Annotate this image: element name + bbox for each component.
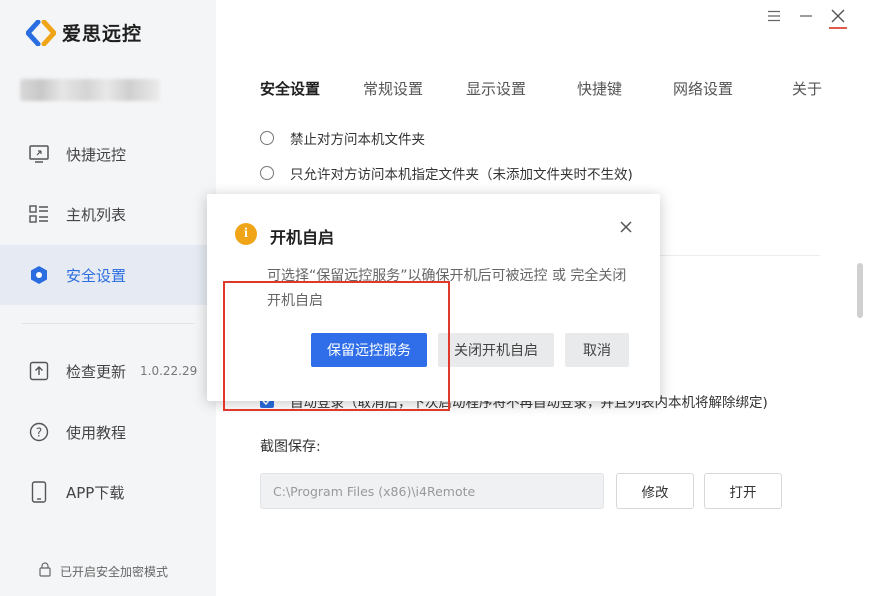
upload-icon bbox=[28, 360, 50, 382]
tab-general[interactable]: 常规设置 bbox=[363, 78, 466, 99]
sidebar-item-label: 安全设置 bbox=[66, 266, 127, 285]
user-account-blurred[interactable] bbox=[20, 79, 160, 101]
file-option-allow-specific[interactable]: 只允许对方访问本机指定文件夹（未添加文件夹时不生效) bbox=[260, 163, 633, 183]
app-name: 爱思远控 bbox=[62, 23, 143, 45]
cancel-button[interactable]: 取消 bbox=[565, 333, 629, 367]
disable-autostart-button[interactable]: 关闭开机自启 bbox=[438, 333, 554, 367]
sidebar-item-app-download[interactable]: APP下载 bbox=[0, 463, 216, 521]
open-button[interactable]: 打开 bbox=[704, 473, 782, 509]
keep-remote-service-button[interactable]: 保留远控服务 bbox=[311, 333, 427, 367]
sidebar-item-label: 使用教程 bbox=[66, 423, 127, 442]
sidebar-item-label: APP下载 bbox=[66, 483, 125, 502]
radio-button[interactable] bbox=[260, 166, 274, 180]
sidebar-item-label: 检查更新 bbox=[66, 362, 127, 381]
shield-icon bbox=[28, 264, 50, 286]
info-icon: i bbox=[235, 223, 257, 245]
logo-icon bbox=[25, 19, 57, 46]
phone-icon bbox=[28, 481, 50, 503]
close-hover-indicator bbox=[829, 27, 847, 29]
sidebar-divider bbox=[22, 323, 194, 324]
radio-button[interactable] bbox=[260, 131, 274, 145]
startup-dialog: i 开机自启 可选择“保留远控服务”以确保开机后可被远控 或 完全关闭开机自启 … bbox=[207, 194, 660, 401]
tab-display[interactable]: 显示设置 bbox=[466, 78, 577, 99]
sidebar-item-label: 快捷远控 bbox=[66, 145, 127, 164]
tab-security[interactable]: 安全设置 bbox=[260, 78, 363, 99]
tab-shortcuts[interactable]: 快捷键 bbox=[577, 78, 673, 99]
sidebar-item-security[interactable]: 安全设置 bbox=[0, 245, 216, 305]
sidebar-item-label: 主机列表 bbox=[66, 205, 127, 224]
version-label: 1.0.22.29 bbox=[140, 364, 198, 378]
modify-button[interactable]: 修改 bbox=[616, 473, 694, 509]
security-mode-note: 已开启安全加密模式 bbox=[38, 562, 168, 580]
close-icon[interactable] bbox=[829, 7, 847, 25]
sidebar-item-tutorial[interactable]: ? 使用教程 bbox=[0, 403, 216, 461]
security-mode-text: 已开启安全加密模式 bbox=[60, 564, 169, 579]
app-logo: 爱思远控 bbox=[25, 19, 143, 46]
minimize-icon[interactable] bbox=[797, 7, 815, 25]
dialog-close-icon[interactable] bbox=[617, 218, 635, 236]
sidebar-item-host-list[interactable]: 主机列表 bbox=[0, 185, 216, 243]
file-option-deny[interactable]: 禁止对方问本机文件夹 bbox=[260, 128, 425, 148]
sidebar-item-check-update[interactable]: 检查更新 1.0.22.29 bbox=[0, 342, 216, 400]
sidebar-item-quick-remote[interactable]: 快捷远控 bbox=[0, 125, 216, 183]
monitor-icon bbox=[28, 143, 50, 165]
tab-about[interactable]: 关于 bbox=[792, 78, 822, 99]
scrollbar-thumb[interactable] bbox=[857, 263, 863, 318]
tab-network[interactable]: 网络设置 bbox=[673, 78, 792, 99]
file-option-allow-label: 只允许对方访问本机指定文件夹（未添加文件夹时不生效) bbox=[290, 167, 633, 183]
lock-icon bbox=[38, 562, 52, 580]
list-icon bbox=[28, 203, 50, 225]
menu-icon[interactable] bbox=[765, 7, 783, 25]
help-icon: ? bbox=[28, 421, 50, 443]
settings-tabs: 安全设置 常规设置 显示设置 快捷键 网络设置 关于 bbox=[260, 78, 822, 99]
screenshot-path-input[interactable] bbox=[260, 473, 604, 509]
dialog-title: 开机自启 bbox=[270, 228, 335, 247]
screenshot-save-label: 截图保存: bbox=[260, 439, 321, 455]
svg-text:?: ? bbox=[36, 426, 42, 440]
dialog-message: 可选择“保留远控服务”以确保开机后可被远控 或 完全关闭开机自启 bbox=[267, 268, 627, 309]
file-option-deny-label: 禁止对方问本机文件夹 bbox=[290, 132, 425, 148]
sidebar: 爱思远控 快捷远控 主机列表 安全设置 检查更新 1.0.22.29 ? 使用教… bbox=[0, 0, 216, 596]
window-controls bbox=[765, 7, 847, 25]
